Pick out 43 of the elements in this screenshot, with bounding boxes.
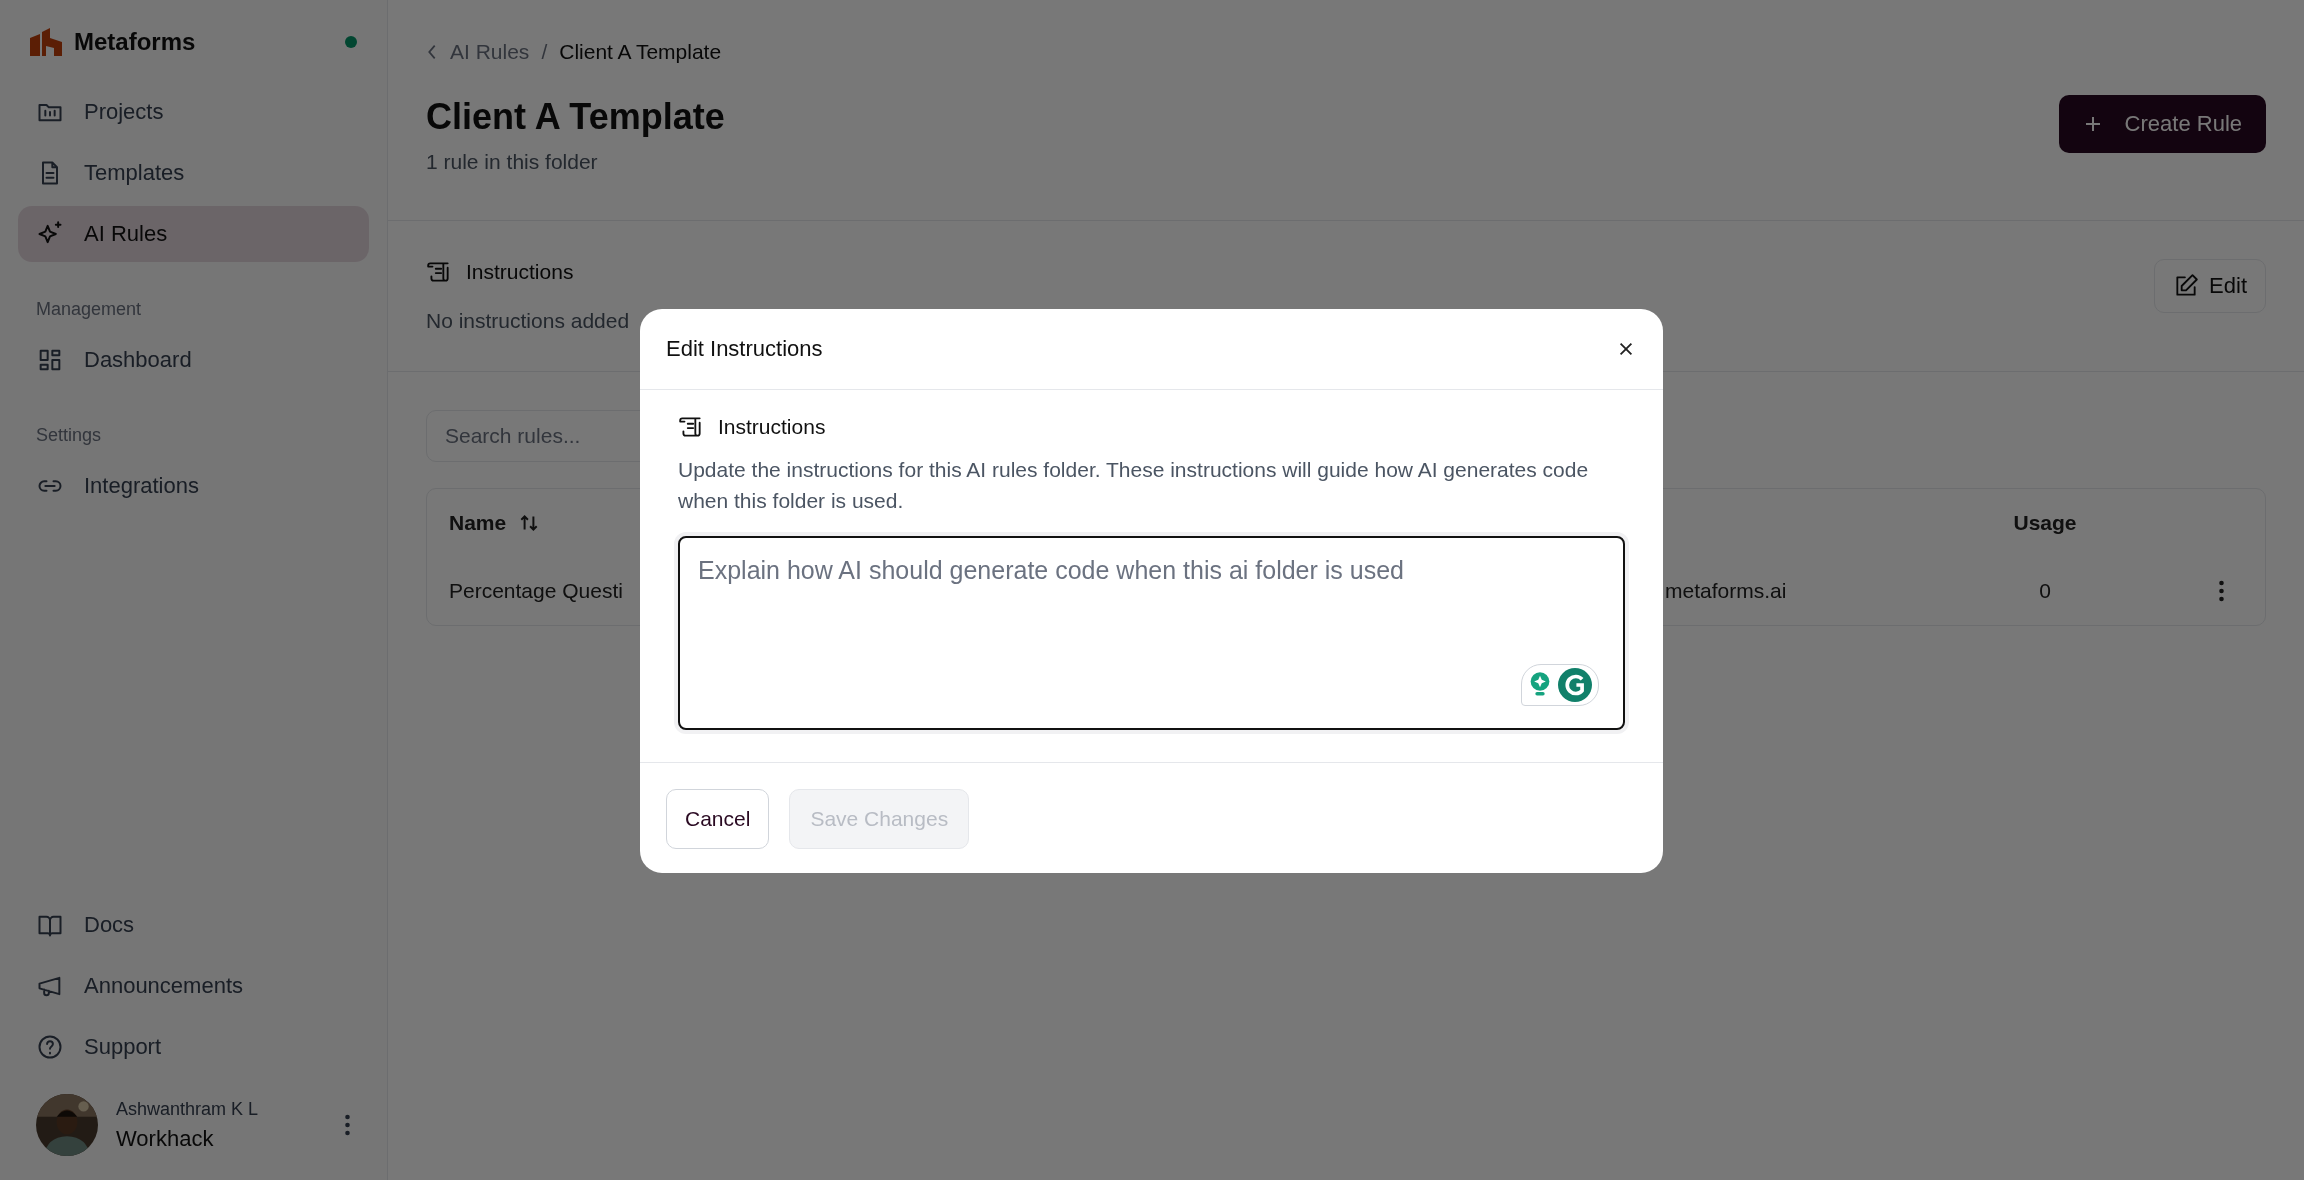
page-subtitle: 1 rule in this folder (426, 150, 598, 173)
column-header[interactable]: Name (449, 511, 507, 535)
more-icon[interactable] (2218, 580, 2225, 602)
edit-icon (2173, 273, 2200, 299)
sidebar-item[interactable]: AI Rules (18, 206, 369, 262)
instructions-text: No instructions added (426, 309, 630, 333)
cancel-button[interactable]: Cancel (666, 789, 770, 849)
breadcrumb-link[interactable]: AI Rules (450, 40, 530, 64)
brand-name: Metaforms (74, 28, 197, 56)
status-dot (345, 36, 357, 48)
create-rule-button[interactable]: Create Rule (2058, 95, 2266, 153)
section-title: Instructions (466, 260, 574, 284)
edit-button[interactable]: Edit (2154, 259, 2266, 313)
sidebar-item[interactable]: Templates (18, 145, 369, 201)
breadcrumb-separator: / (541, 40, 548, 64)
organization-name: Workhack (116, 1125, 215, 1152)
sidebar-item[interactable]: Support (18, 1019, 369, 1075)
assistant-logo-icon (1558, 668, 1592, 702)
scroll-icon (426, 259, 452, 285)
back-icon[interactable] (426, 43, 438, 61)
user-name: Ashwanthram K L (116, 1098, 260, 1120)
section-heading: Management (35, 298, 143, 321)
help-icon (36, 1033, 64, 1061)
writing-assistant-widget[interactable] (1521, 664, 1599, 706)
column-header: Usage (2013, 511, 2077, 534)
scroll-icon (678, 414, 704, 440)
logo-icon (30, 28, 62, 56)
breadcrumb-current: Client A Template (559, 40, 722, 64)
sidebar-item[interactable]: Announcements (18, 958, 369, 1014)
page-title: Client A Template (426, 96, 725, 138)
close-icon[interactable] (1617, 340, 1635, 358)
table-cell: metaforms.ai (1665, 579, 1787, 602)
sidebar-item[interactable]: Docs (18, 897, 369, 953)
dialog-title: Edit Instructions (666, 336, 823, 362)
instructions-field[interactable]: Explain how AI should generate code when this ai folder is used (678, 536, 1625, 730)
section-heading: Settings (35, 424, 103, 447)
sidebar-item[interactable]: Dashboard (18, 332, 369, 388)
table-cell: 0 (2039, 579, 2051, 602)
sidebar-item[interactable]: Projects (18, 84, 369, 140)
table-cell: Percentage Questi (449, 579, 623, 603)
more-icon[interactable] (344, 1114, 351, 1136)
sidebar-item[interactable]: Integrations (18, 458, 369, 514)
lightbulb-icon (1528, 671, 1552, 699)
